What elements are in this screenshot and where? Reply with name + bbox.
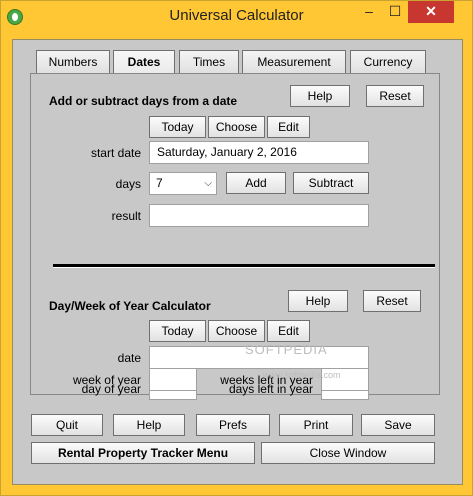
date-edit-button[interactable]: Edit (267, 320, 310, 342)
start-date-today-button[interactable]: Today (149, 116, 206, 138)
date-label: date (117, 351, 141, 365)
start-date-label: start date (90, 146, 141, 160)
close-window-button[interactable]: Close Window (261, 442, 435, 464)
chevron-down-icon: ⌵ (204, 178, 212, 189)
tab-dates[interactable]: Dates (113, 50, 175, 73)
start-date-choose-button[interactable]: Choose (208, 116, 265, 138)
days-select-value: 7 (156, 176, 163, 190)
section-divider (53, 264, 435, 268)
week-of-year-reset-button[interactable]: Reset (363, 290, 421, 312)
client-area: Numbers Dates Times Measurement Currency… (12, 39, 463, 485)
dates-panel: Add or subtract days from a date Help Re… (30, 73, 440, 400)
maximize-button[interactable]: ☐ (382, 1, 408, 23)
save-button[interactable]: Save (361, 414, 435, 436)
watermark-subtext: www.softpedia.com (263, 370, 341, 380)
result-field[interactable] (149, 204, 369, 227)
tab-measurement[interactable]: Measurement (242, 50, 346, 73)
title-bar[interactable]: Universal Calculator – ☐ ✕ (1, 1, 472, 33)
add-subtract-help-button[interactable]: Help (290, 85, 350, 107)
prefs-button[interactable]: Prefs (196, 414, 270, 436)
days-select[interactable]: 7 ⌵ (149, 172, 217, 195)
start-date-edit-button[interactable]: Edit (267, 116, 310, 138)
quit-button[interactable]: Quit (31, 414, 103, 436)
help-button[interactable]: Help (113, 414, 185, 436)
tab-numbers[interactable]: Numbers (36, 50, 110, 73)
add-subtract-reset-button[interactable]: Reset (366, 85, 424, 107)
subtract-button[interactable]: Subtract (293, 172, 369, 194)
date-choose-button[interactable]: Choose (208, 320, 265, 342)
minimize-button[interactable]: – (356, 1, 382, 23)
date-today-button[interactable]: Today (149, 320, 206, 342)
start-date-field[interactable]: Saturday, January 2, 2016 (149, 141, 369, 164)
watermark-text: SOFTPEDIA (245, 342, 328, 357)
result-label: result (111, 209, 141, 223)
rental-property-tracker-menu-button[interactable]: Rental Property Tracker Menu (31, 442, 255, 464)
print-button[interactable]: Print (279, 414, 353, 436)
app-window: Universal Calculator – ☐ ✕ Numbers Dates… (0, 0, 473, 496)
add-button[interactable]: Add (226, 172, 286, 194)
week-of-year-heading: Day/Week of Year Calculator (49, 299, 211, 313)
days-label: days (115, 177, 141, 191)
week-of-year-label: week of year (72, 373, 141, 387)
tab-currency[interactable]: Currency (350, 50, 426, 73)
week-of-year-field[interactable] (149, 368, 197, 391)
tab-times[interactable]: Times (179, 50, 239, 73)
week-of-year-help-button[interactable]: Help (288, 290, 348, 312)
add-subtract-heading: Add or subtract days from a date (49, 94, 238, 108)
close-button[interactable]: ✕ (408, 1, 454, 23)
